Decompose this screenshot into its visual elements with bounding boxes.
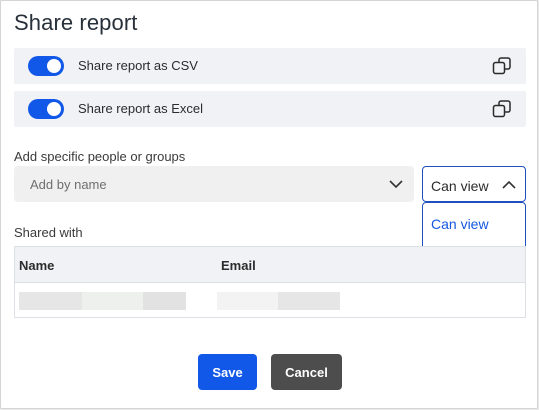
add-by-name-select[interactable]: Add by name (14, 166, 414, 202)
redacted-email (278, 292, 340, 310)
share-report-dialog: Share report Share report as CSV Share r… (0, 0, 538, 409)
table-row (15, 283, 525, 318)
table-header: Name Email (15, 247, 525, 283)
permission-select[interactable]: Can view (422, 166, 526, 202)
share-excel-row: Share report as Excel (14, 91, 526, 127)
toggle-knob (47, 59, 61, 73)
redacted-name (143, 292, 186, 310)
share-csv-row: Share report as CSV (14, 48, 526, 84)
save-button[interactable]: Save (198, 354, 257, 390)
redacted-name (82, 292, 143, 310)
shared-with-label: Shared with (14, 225, 83, 240)
permission-option-can-view[interactable]: Can view (431, 216, 489, 232)
add-by-name-placeholder: Add by name (30, 177, 107, 192)
dialog-title: Share report (14, 10, 138, 35)
copy-icon[interactable] (492, 99, 512, 119)
copy-icon[interactable] (492, 56, 512, 76)
add-people-label: Add specific people or groups (14, 149, 186, 164)
column-header-name: Name (19, 258, 55, 273)
toggle-knob (47, 102, 61, 116)
redacted-name (19, 292, 82, 310)
column-header-email: Email (221, 258, 256, 273)
redacted-email (217, 292, 278, 310)
chevron-down-icon (389, 180, 403, 189)
chevron-up-icon (502, 180, 516, 189)
share-excel-toggle[interactable] (28, 99, 64, 119)
cancel-button[interactable]: Cancel (271, 354, 342, 390)
shared-with-table: Name Email (14, 246, 526, 318)
share-csv-label: Share report as CSV (78, 58, 198, 73)
share-csv-toggle[interactable] (28, 56, 64, 76)
permission-value: Can view (431, 178, 489, 194)
share-excel-label: Share report as Excel (78, 101, 204, 116)
